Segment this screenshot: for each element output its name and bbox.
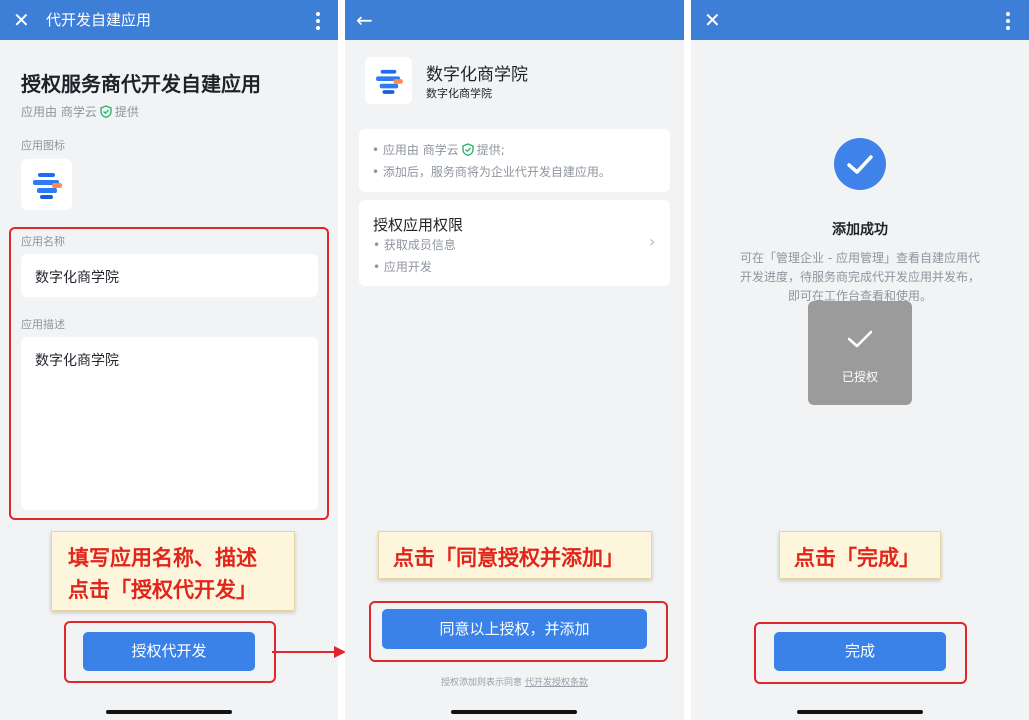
page-title: 授权服务商代开发自建应用 (21, 72, 261, 96)
instruction-callout: 填写应用名称、描述 点击「授权代开发」 (51, 531, 295, 611)
app-logo-icon (33, 173, 62, 199)
success-check-icon (834, 138, 886, 190)
authorize-dev-button[interactable]: 授权代开发 (83, 632, 255, 671)
terms-text: 授权添加则表示同意 (441, 678, 523, 688)
info-card: • 应用由 商学云 提供; • 添加后，服务商将为企业代开发自建应用。 (359, 129, 670, 192)
permissions-title: 授权应用权限 (373, 216, 464, 234)
panel-success: ✕ 添加成功 可在「管理企业 - 应用管理」查看自建应用代 开发进度，待服务商完… (691, 0, 1029, 720)
provider-line: 应用由 商学云 提供 (21, 103, 139, 121)
info-line-1-text: • 应用由 商学云 (372, 143, 459, 157)
top-bar-title: 代开发自建应用 (46, 11, 152, 29)
panel-authorize-form: ✕ 代开发自建应用 授权服务商代开发自建应用 应用由 商学云 提供 应用图标 应用… (0, 0, 338, 720)
permission-item-1: • 获取成员信息 (373, 238, 456, 252)
info-line-2: • 添加后，服务商将为企业代开发自建应用。 (372, 165, 611, 179)
home-indicator (797, 710, 923, 714)
app-name: 数字化商学院 (426, 65, 528, 85)
permissions-card[interactable]: 授权应用权限 • 获取成员信息 • 应用开发 › (359, 200, 670, 286)
callout-line-2: 点击「授权代开发」 (68, 578, 257, 602)
home-indicator (106, 710, 232, 714)
permission-item-2: • 应用开发 (373, 260, 432, 274)
terms-line: 授权添加则表示同意 代开发授权条款 (345, 675, 684, 688)
app-subtitle: 数字化商学院 (426, 87, 492, 100)
callout-line-1: 填写应用名称、描述 (68, 546, 257, 570)
close-icon[interactable]: ✕ (13, 0, 30, 40)
verified-shield-icon (462, 141, 474, 163)
authorized-toast: 已授权 (808, 301, 912, 405)
success-title: 添加成功 (832, 222, 888, 238)
callout-text: 点击「完成」 (794, 546, 920, 570)
success-desc-line-1: 可在「管理企业 - 应用管理」查看自建应用代 (740, 251, 980, 265)
success-desc-line-2: 开发进度，待服务商完成代开发应用并发布， (739, 270, 980, 284)
top-bar: ✕ 代开发自建应用 (0, 0, 338, 40)
more-options-icon[interactable] (1006, 12, 1010, 30)
app-logo-icon (376, 69, 403, 94)
instruction-callout: 点击「完成」 (779, 531, 941, 579)
top-bar: ← (345, 0, 684, 40)
info-line-1: • 应用由 商学云 提供; (372, 139, 505, 163)
icon-label: 应用图标 (21, 139, 65, 152)
agree-and-add-button[interactable]: 同意以上授权，并添加 (382, 609, 647, 649)
home-indicator (451, 710, 577, 714)
highlight-form-box (9, 227, 329, 520)
back-arrow-icon[interactable]: ← (356, 0, 373, 40)
top-bar: ✕ (691, 0, 1029, 40)
terms-link[interactable]: 代开发授权条款 (525, 678, 588, 688)
toast-label: 已授权 (841, 370, 878, 384)
app-icon (365, 57, 412, 104)
info-line-1-suffix: 提供; (476, 143, 505, 157)
instruction-callout: 点击「同意授权并添加」 (378, 531, 652, 579)
verified-shield-icon (100, 105, 112, 121)
success-description: 可在「管理企业 - 应用管理」查看自建应用代 开发进度，待服务商完成代开发应用并… (691, 249, 1029, 306)
app-icon[interactable] (21, 159, 72, 210)
close-icon[interactable]: ✕ (704, 0, 721, 40)
callout-text: 点击「同意授权并添加」 (393, 546, 624, 570)
provider-text: 应用由 商学云 (21, 105, 97, 119)
provider-suffix: 提供 (114, 105, 139, 119)
chevron-right-icon: › (649, 232, 656, 251)
more-options-icon[interactable] (316, 12, 320, 30)
panel-consent: ← 数字化商学院 数字化商学院 • 应用由 商学云 提供; • 添加后，服务商将为… (345, 0, 684, 720)
done-button[interactable]: 完成 (774, 632, 946, 671)
check-icon (847, 330, 873, 348)
flow-arrow (272, 646, 346, 658)
